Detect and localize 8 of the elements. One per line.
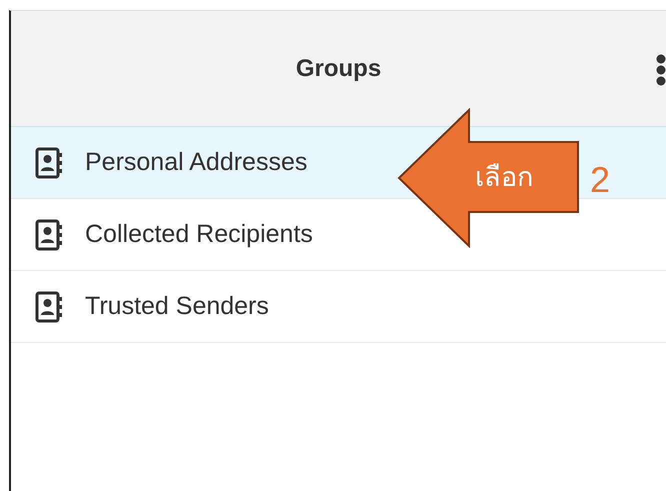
- address-book-icon: [35, 290, 63, 322]
- callout-label: เลือก: [475, 162, 533, 194]
- more-options-icon[interactable]: [656, 54, 666, 86]
- group-item[interactable]: Trusted Senders: [11, 271, 666, 343]
- address-book-icon: [35, 146, 63, 178]
- address-book-icon: [35, 218, 63, 250]
- step-number: 2: [590, 158, 610, 202]
- groups-title: Groups: [296, 54, 382, 84]
